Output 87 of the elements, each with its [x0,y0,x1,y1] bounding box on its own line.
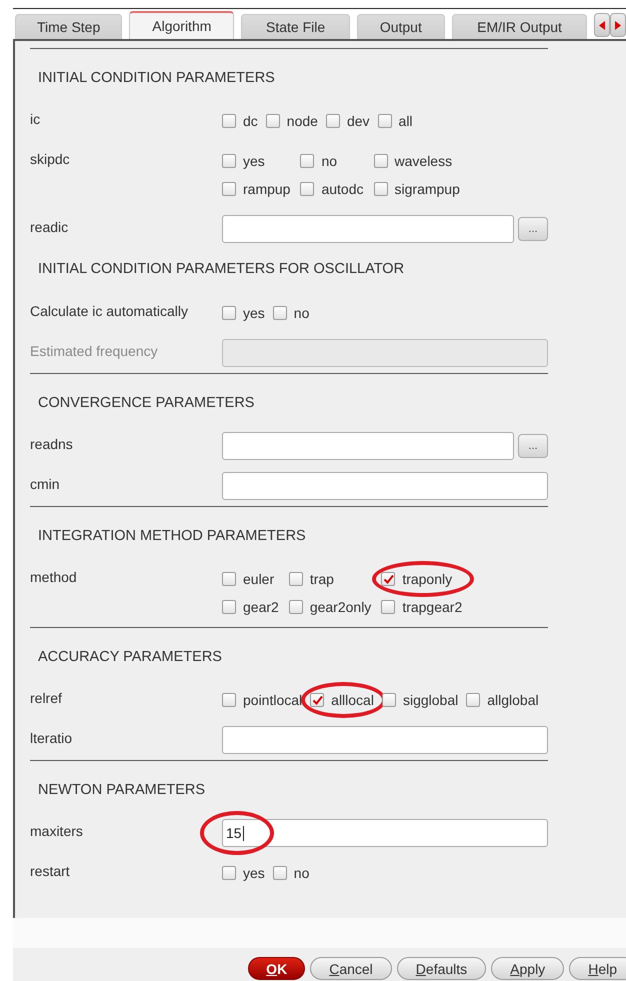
checkbox-label[interactable]: yes [243,865,265,881]
checkbox-label[interactable]: waveless [394,153,452,169]
checkbox[interactable] [326,114,340,128]
tab[interactable]: EM/IR Output [452,14,588,39]
checkbox-label[interactable]: pointlocal [243,692,302,708]
checkbox-label[interactable]: dc [243,113,258,129]
checkbox-label[interactable]: no [321,153,338,169]
browse-button[interactable]: ... [518,217,548,241]
text-field[interactable] [222,726,548,754]
checkbox[interactable] [374,182,388,196]
checkbox-label[interactable]: traponly [402,571,452,587]
checkbox-label[interactable]: sigglobal [402,692,458,708]
right-arrow-icon [615,20,622,30]
checkbox-label[interactable]: rampup [243,181,290,197]
field-label: restart [30,863,70,879]
checkbox[interactable] [222,572,236,586]
field-label: method [30,569,77,585]
tab[interactable]: State File [241,14,350,39]
checkbox[interactable] [222,114,236,128]
field-label: Calculate ic automatically [30,303,188,319]
dialog-button[interactable]: Apply [491,957,564,980]
dialog-button[interactable]: Help [569,957,626,980]
section-heading: ACCURACY PARAMETERS [38,649,222,665]
checkbox-label[interactable]: no [294,865,310,881]
checkbox[interactable] [288,600,303,614]
checkbox[interactable] [381,572,396,586]
checkbox-label[interactable]: yes [243,153,265,169]
text-field[interactable] [222,472,548,500]
checkbox[interactable] [222,600,236,614]
section-heading: INITIAL CONDITION PARAMETERS [38,70,275,86]
checkbox[interactable] [222,182,236,196]
tab[interactable]: Algorithm [129,11,234,39]
tab[interactable]: Output [356,14,446,39]
field-label: readic [30,219,68,235]
checkbox[interactable] [381,600,396,614]
checkbox[interactable] [222,154,236,168]
section-heading: INTEGRATION METHOD PARAMETERS [38,528,306,544]
section-heading: NEWTON PARAMETERS [38,782,206,798]
checkbox-label[interactable]: no [294,305,310,321]
checkbox-label[interactable]: trap [310,571,334,587]
checkbox[interactable] [466,693,480,707]
checkbox-label[interactable]: yes [243,305,265,321]
field-label: ic [30,111,40,127]
field-label: readns [30,436,73,452]
field-label: cmin [30,476,60,492]
checkbox[interactable] [310,693,324,707]
checkbox-label[interactable]: sigrampup [394,181,460,197]
checkbox[interactable] [272,306,287,320]
checkbox[interactable] [378,114,392,128]
checkbox[interactable] [222,693,236,707]
checkbox[interactable] [222,866,236,880]
text-field[interactable] [222,215,514,243]
field-label: Estimated frequency [30,343,158,359]
scroll-right-button[interactable] [610,13,626,37]
field-label: skipdc [30,151,70,167]
browse-button[interactable]: ... [518,434,548,458]
checkbox[interactable] [288,572,303,586]
checkbox[interactable] [300,182,314,196]
checkbox[interactable] [266,114,280,128]
checkbox[interactable] [382,693,396,707]
checkbox[interactable] [222,306,236,320]
checkbox-label[interactable]: dev [346,113,370,129]
checkbox[interactable] [272,866,287,880]
section-heading: CONVERGENCE PARAMETERS [38,395,254,411]
text-field[interactable] [222,432,514,460]
checkbox-label[interactable]: all [398,113,413,129]
dialog-button[interactable]: Defaults [396,957,486,980]
checkbox-label[interactable]: gear2only [310,599,372,615]
field-label: lteratio [30,730,72,746]
checkbox[interactable] [374,154,388,168]
dialog-button[interactable]: Cancel [310,957,392,980]
section-heading: INITIAL CONDITION PARAMETERS FOR OSCILLATOR [38,261,404,277]
checkbox-label[interactable]: trapgear2 [402,599,462,615]
tab[interactable]: Time Step [15,14,122,39]
checkbox[interactable] [300,154,314,168]
field-label: maxiters [30,823,83,839]
checkbox-label[interactable]: autodc [321,181,364,197]
checkbox-label[interactable]: euler [243,571,274,587]
checkbox-label[interactable]: alllocal [331,692,374,708]
checkbox-label[interactable]: gear2 [243,599,279,615]
checkbox-label[interactable]: node [286,113,318,129]
scroll-left-button[interactable] [594,13,610,37]
text-field[interactable]: 15 [222,819,548,847]
field-label: relref [30,690,62,706]
checkbox-label[interactable]: allglobal [487,692,539,708]
left-arrow-icon [599,20,606,30]
dialog-button[interactable]: OK [248,957,306,980]
